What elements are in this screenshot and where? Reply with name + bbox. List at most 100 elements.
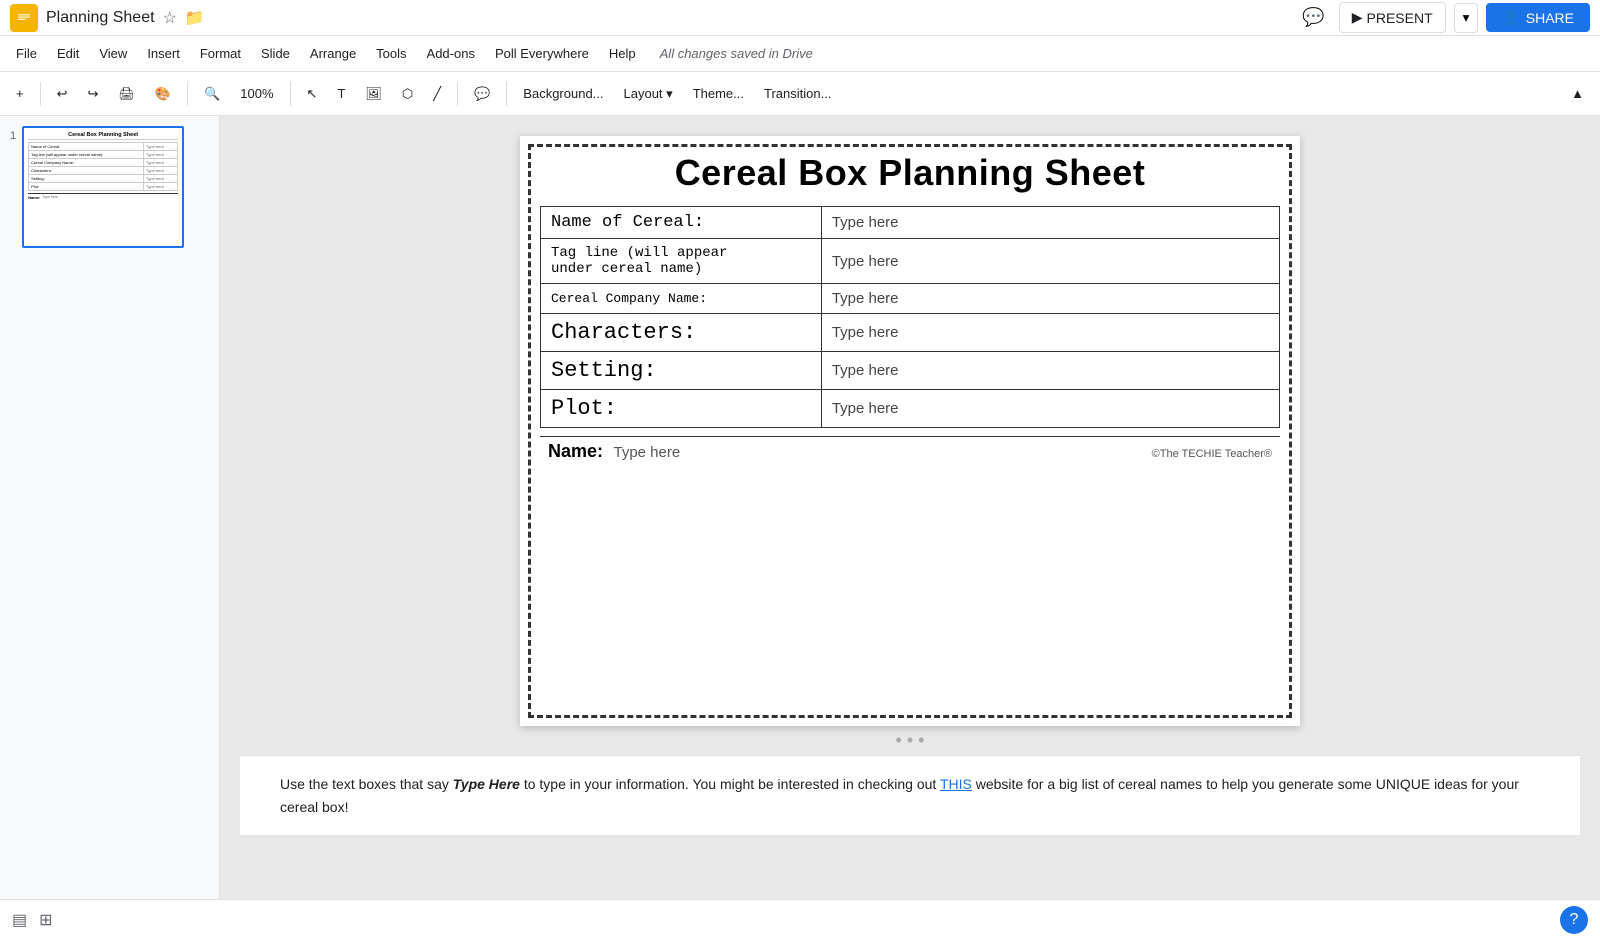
slide-thumbnail-1[interactable]: Cereal Box Planning Sheet Name of Cereal… — [22, 126, 184, 248]
company-value[interactable]: Type here — [821, 284, 1279, 314]
present-icon: ▶ — [1352, 9, 1363, 26]
menu-format[interactable]: Format — [192, 42, 249, 65]
characters-value[interactable]: Type here — [821, 314, 1279, 352]
bottom-text-middle: to type in your information. You might b… — [520, 776, 940, 792]
characters-label: Characters: — [541, 314, 822, 352]
bottom-highlight: Type Here — [453, 776, 520, 792]
zoom-level[interactable]: 100% — [232, 82, 281, 105]
thumb-row-4: Characters: Type here — [29, 167, 178, 175]
menu-view[interactable]: View — [91, 42, 135, 65]
slide-view-icon[interactable]: ▤ — [12, 910, 27, 930]
undo-button[interactable]: ↩ — [49, 82, 76, 106]
grid-view-icon[interactable]: ⊞ — [39, 910, 52, 930]
toolbar-separator-3 — [290, 82, 291, 106]
theme-button[interactable]: Theme... — [685, 82, 752, 105]
table-row-setting: Setting: Type here — [541, 352, 1280, 390]
folder-icon[interactable]: 📁 — [185, 8, 205, 28]
main-area: 1 Cereal Box Planning Sheet Name of Cere… — [0, 116, 1600, 899]
text-box-button[interactable]: T — [329, 82, 353, 105]
star-icon[interactable]: ☆ — [163, 8, 177, 28]
tagline-label: Tag line (will appearunder cereal name) — [541, 239, 822, 284]
image-button[interactable]: 🖼 — [357, 82, 390, 106]
thumb-row-6: Plot: Type here — [29, 183, 178, 191]
table-row-cereal-name: Name of Cereal: Type here — [541, 207, 1280, 239]
collapse-panel-button[interactable]: ▲ — [1563, 82, 1592, 105]
name-row: Name: Type here ©The TECHIE Teacher® — [540, 436, 1280, 466]
table-row-tagline: Tag line (will appearunder cereal name) … — [541, 239, 1280, 284]
share-icon: 👤 — [1502, 9, 1519, 26]
table-row-characters: Characters: Type here — [541, 314, 1280, 352]
menu-arrange[interactable]: Arrange — [302, 42, 364, 65]
thumb-row-3: Cereal Company Name: Type here — [29, 159, 178, 167]
toolbar-separator-2 — [187, 82, 188, 106]
comment-icon[interactable]: 💬 — [1296, 1, 1330, 34]
name-row-left: Name: Type here — [548, 441, 680, 462]
thumb-title: Cereal Box Planning Sheet — [28, 132, 178, 140]
title-bar: Planning Sheet ☆ 📁 💬 ▶ PRESENT ▾ 👤 SHARE — [0, 0, 1600, 36]
copyright-text: ©The TECHIE Teacher® — [1152, 448, 1272, 460]
share-button[interactable]: 👤 SHARE — [1486, 3, 1590, 32]
name-label: Name: — [548, 441, 603, 461]
slide-main-title: Cereal Box Planning Sheet — [540, 152, 1280, 194]
menu-help[interactable]: Help — [601, 42, 644, 65]
toolbar-separator-1 — [40, 82, 41, 106]
menu-slide[interactable]: Slide — [253, 42, 298, 65]
help-button[interactable]: ? — [1560, 906, 1588, 934]
background-button[interactable]: Background... — [515, 82, 611, 105]
menu-poll[interactable]: Poll Everywhere — [487, 42, 597, 65]
transition-button[interactable]: Transition... — [756, 82, 839, 105]
menu-edit[interactable]: Edit — [49, 42, 87, 65]
redo-button[interactable]: ↪ — [80, 82, 107, 106]
company-label: Cereal Company Name: — [541, 284, 822, 314]
setting-value[interactable]: Type here — [821, 352, 1279, 390]
present-dropdown-button[interactable]: ▾ — [1454, 3, 1479, 33]
view-icons: ▤ ⊞ — [12, 910, 53, 930]
menu-tools[interactable]: Tools — [368, 42, 414, 65]
zoom-button[interactable]: 🔍 — [196, 82, 228, 106]
line-button[interactable]: ╱ — [425, 82, 449, 106]
bottom-bar-text: Use the text boxes that say Type Here to… — [280, 773, 1540, 818]
saved-status: All changes saved in Drive — [660, 46, 813, 61]
menu-file[interactable]: File — [8, 42, 45, 65]
cursor-button[interactable]: ↖ — [299, 82, 326, 106]
menu-insert[interactable]: Insert — [139, 42, 188, 65]
app-icon — [10, 4, 38, 32]
bottom-link[interactable]: THIS — [940, 776, 972, 792]
comment-button[interactable]: 💬 — [466, 82, 498, 106]
menu-bar: File Edit View Insert Format Slide Arran… — [0, 36, 1600, 72]
canvas-area[interactable]: Cereal Box Planning Sheet Name of Cereal… — [220, 116, 1600, 899]
thumb-row-1: Name of Cereal: Type here — [29, 143, 178, 151]
thumb-name-row: Name: Type here — [28, 193, 178, 200]
thumb-table: Name of Cereal: Type here Tag line (will… — [28, 142, 178, 191]
slide-content: Cereal Box Planning Sheet Name of Cereal… — [520, 136, 1300, 726]
setting-label: Setting: — [541, 352, 822, 390]
shapes-button[interactable]: ⬡ — [394, 82, 421, 106]
dots-separator: • • • — [892, 726, 929, 755]
tagline-value[interactable]: Type here — [821, 239, 1279, 284]
layout-button[interactable]: Layout ▾ — [616, 82, 681, 106]
paint-format-button[interactable]: 🎨 — [147, 82, 179, 106]
bottom-controls-bar: ▤ ⊞ ? — [0, 899, 1600, 940]
thumb-row-2: Tag line (will appear under cereal name)… — [29, 151, 178, 159]
plot-label: Plot: — [541, 390, 822, 428]
present-button[interactable]: ▶ PRESENT — [1339, 2, 1446, 33]
slide-canvas[interactable]: Cereal Box Planning Sheet Name of Cereal… — [520, 136, 1300, 726]
slide-number-1: 1 — [10, 130, 16, 142]
thumb-row-5: Setting: Type here — [29, 175, 178, 183]
slides-panel: 1 Cereal Box Planning Sheet Name of Cere… — [0, 116, 220, 899]
plot-value[interactable]: Type here — [821, 390, 1279, 428]
document-title: Planning Sheet — [46, 9, 155, 27]
menu-addons[interactable]: Add-ons — [419, 42, 483, 65]
table-row-company: Cereal Company Name: Type here — [541, 284, 1280, 314]
cereal-name-label: Name of Cereal: — [541, 207, 822, 239]
planning-table: Name of Cereal: Type here Tag line (will… — [540, 206, 1280, 428]
name-value[interactable]: Type here — [613, 444, 680, 461]
table-row-plot: Plot: Type here — [541, 390, 1280, 428]
toolbar-separator-5 — [506, 82, 507, 106]
bottom-text-before: Use the text boxes that say — [280, 776, 453, 792]
print-button[interactable]: 🖨 — [110, 82, 143, 106]
add-button[interactable]: + — [8, 82, 32, 105]
bottom-info-bar: Use the text boxes that say Type Here to… — [240, 755, 1580, 835]
cereal-name-value[interactable]: Type here — [821, 207, 1279, 239]
title-right-controls: 💬 ▶ PRESENT ▾ 👤 SHARE — [1296, 1, 1590, 34]
